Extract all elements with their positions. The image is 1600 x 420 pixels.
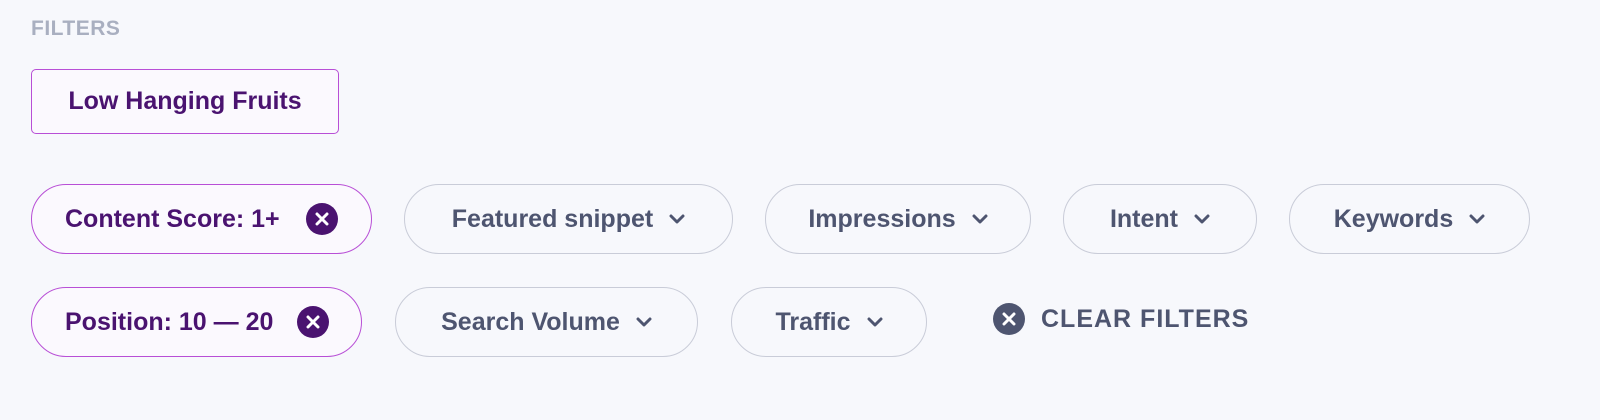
clear-filters-label: CLEAR FILTERS <box>1041 304 1250 333</box>
search-volume-filter-label: Search Volume <box>441 307 620 336</box>
traffic-filter-label: Traffic <box>775 307 851 336</box>
featured-snippet-filter-dropdown[interactable]: Featured snippet <box>404 184 733 254</box>
filters-title: FILTERS <box>31 17 121 40</box>
position-filter-label: Position: 10 — 20 <box>65 307 274 336</box>
chevron-down-icon <box>1469 214 1485 225</box>
content-score-remove-icon[interactable] <box>306 203 338 235</box>
clear-filters-button[interactable]: CLEAR FILTERS <box>993 303 1249 335</box>
chevron-down-icon <box>867 317 883 328</box>
chevron-down-icon <box>972 214 988 225</box>
impressions-filter-dropdown[interactable]: Impressions <box>765 184 1031 254</box>
keywords-filter-label: Keywords <box>1333 204 1454 233</box>
clear-filters-icon <box>993 303 1025 335</box>
intent-filter-label: Intent <box>1109 204 1179 233</box>
content-score-filter-label: Content Score: 1+ <box>65 204 280 233</box>
chevron-down-icon <box>1194 214 1210 225</box>
position-remove-icon[interactable] <box>297 306 329 338</box>
traffic-filter-dropdown[interactable]: Traffic <box>731 287 927 357</box>
search-volume-filter-dropdown[interactable]: Search Volume <box>395 287 698 357</box>
featured-snippet-filter-label: Featured snippet <box>451 204 654 233</box>
keywords-filter-dropdown[interactable]: Keywords <box>1289 184 1530 254</box>
chevron-down-icon <box>636 317 652 328</box>
position-filter-chip[interactable]: Position: 10 — 20 <box>31 287 362 357</box>
impressions-filter-label: Impressions <box>808 204 956 233</box>
intent-filter-dropdown[interactable]: Intent <box>1063 184 1257 254</box>
preset-low-hanging-fruits-button[interactable]: Low Hanging Fruits <box>31 69 339 134</box>
content-score-filter-chip[interactable]: Content Score: 1+ <box>31 184 372 254</box>
preset-label: Low Hanging Fruits <box>68 87 302 115</box>
chevron-down-icon <box>669 214 685 225</box>
